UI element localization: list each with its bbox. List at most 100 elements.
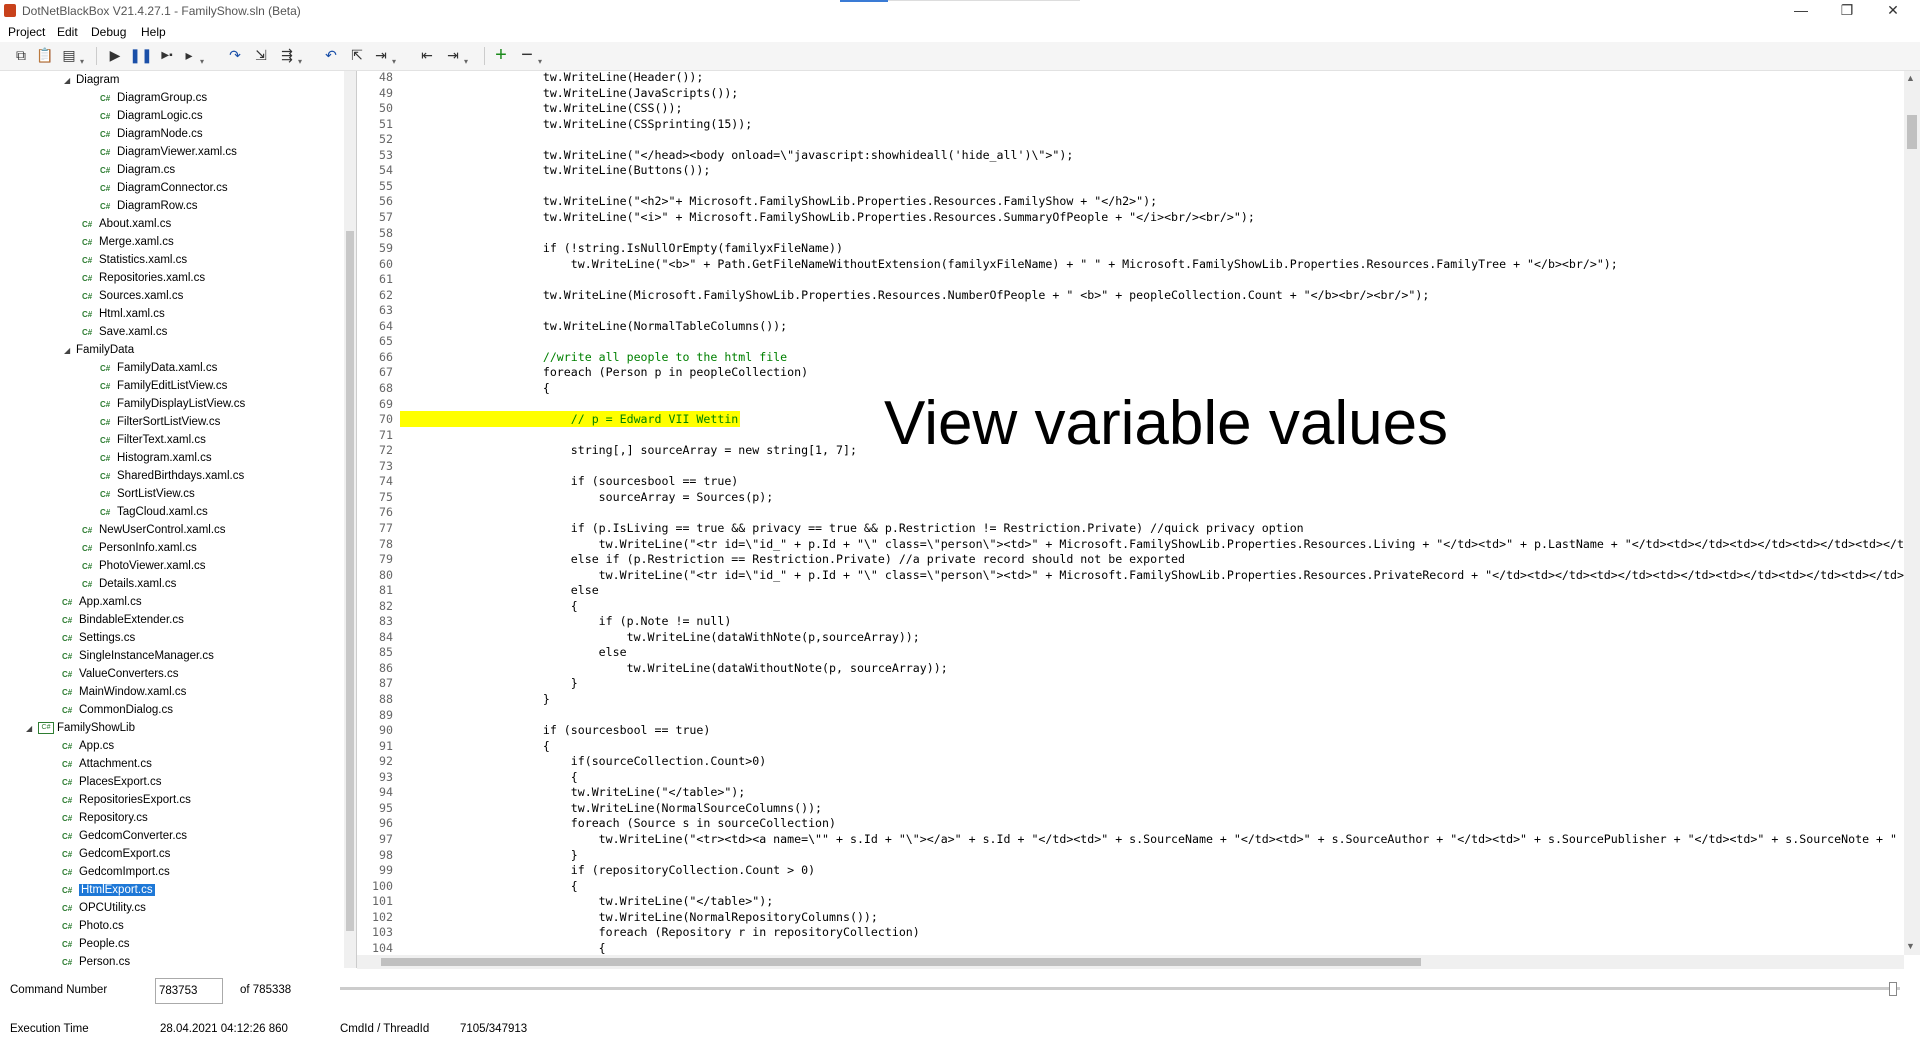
minimize-button[interactable]: — (1778, 0, 1824, 22)
code-line[interactable]: 87 } (357, 675, 1905, 691)
tree-item-file[interactable]: C# SingleInstanceManager.cs (62, 647, 214, 665)
tree-item-file[interactable]: C# FilterText.xaml.cs (100, 431, 206, 449)
copy-icon[interactable]: ⧉ (12, 46, 30, 64)
tree-item-file[interactable]: C# Save.xaml.cs (82, 323, 167, 341)
jump-icon[interactable]: ⇥ ▾ (372, 46, 396, 67)
code-line[interactable]: 89 (357, 707, 1905, 723)
tree-item-file[interactable]: C# DiagramViewer.xaml.cs (100, 143, 237, 161)
tree-item-file[interactable]: C# PlacesExport.cs (62, 773, 161, 791)
tree-item-file[interactable]: C# Settings.cs (62, 629, 135, 647)
expand-arrow-icon[interactable]: ◢ (64, 72, 76, 90)
paste-icon[interactable]: 📋 (36, 46, 54, 64)
editor-horizontal-scrollbar[interactable] (357, 955, 1904, 969)
goto-icon[interactable]: ⇱ (348, 46, 366, 64)
code-line[interactable]: 88 } (357, 691, 1905, 707)
code-line[interactable]: 97 tw.WriteLine("<tr><td><a name=\"" + s… (357, 831, 1905, 847)
code-line[interactable]: 101 tw.WriteLine("</table>"); (357, 893, 1905, 909)
tree-item-file[interactable]: C# Repository.cs (62, 809, 148, 827)
tree-item-file[interactable]: C# Diagram.cs (100, 161, 175, 179)
editor-hscroll-thumb[interactable] (381, 958, 1421, 966)
code-line[interactable]: 81 else (357, 582, 1905, 598)
tree-item-file[interactable]: C# FamilyDisplayListView.cs (100, 395, 245, 413)
tree-item-file[interactable]: C# Person.cs (62, 953, 130, 968)
tree-item-folder[interactable]: ◢ FamilyData (64, 341, 134, 359)
tree-item-file[interactable]: C# PersonInfo.xaml.cs (82, 539, 197, 557)
code-line[interactable]: 104 { (357, 940, 1905, 955)
code-line[interactable]: 100 { (357, 878, 1905, 894)
code-line[interactable]: 66 //write all people to the html file (357, 349, 1905, 365)
code-line[interactable]: 91 { (357, 738, 1905, 754)
tree-item-file[interactable]: C# CommonDialog.cs (62, 701, 173, 719)
tree-item-file[interactable]: C# MainWindow.xaml.cs (62, 683, 186, 701)
tree-item-file[interactable]: C# ValueConverters.cs (62, 665, 179, 683)
tree-item-file[interactable]: C# SortListView.cs (100, 485, 195, 503)
code-line[interactable]: 99 if (repositoryCollection.Count > 0) (357, 862, 1905, 878)
pause-icon[interactable]: ❚❚ (129, 46, 152, 64)
menu-help[interactable]: Help (141, 25, 166, 39)
remove-icon[interactable]: − ▾ (518, 44, 542, 67)
tree-item-file[interactable]: C# NewUserControl.xaml.cs (82, 521, 226, 539)
tree-item-file[interactable]: C# About.xaml.cs (82, 215, 171, 233)
tree-item-file[interactable]: C# Photo.cs (62, 917, 124, 935)
scroll-up-icon[interactable]: ▲ (1906, 73, 1915, 83)
code-line[interactable]: 95 tw.WriteLine(NormalSourceColumns()); (357, 800, 1905, 816)
tree-item-file[interactable]: C# FamilyEditListView.cs (100, 377, 227, 395)
code-line[interactable]: 56 tw.WriteLine("<h2>"+ Microsoft.Family… (357, 193, 1905, 209)
tree-item-file[interactable]: C# GedcomExport.cs (62, 845, 170, 863)
code-line[interactable]: 52 (357, 131, 1905, 147)
code-line[interactable]: 79 else if (p.Restriction == Restriction… (357, 551, 1905, 567)
tree-item-file[interactable]: C# Sources.xaml.cs (82, 287, 183, 305)
code-line[interactable]: 76 (357, 504, 1905, 520)
tree-item-file[interactable]: C# Histogram.xaml.cs (100, 449, 212, 467)
tree-item-file[interactable]: C# App.xaml.cs (62, 593, 142, 611)
code-line[interactable]: 58 (357, 225, 1905, 241)
tree-item-file[interactable]: C# App.cs (62, 737, 114, 755)
tree-item-file[interactable]: C# DiagramNode.cs (100, 125, 203, 143)
outdent-icon[interactable]: ⇥ ▾ (444, 46, 468, 67)
tree-item-file[interactable]: C# HtmlExport.cs (62, 881, 155, 899)
tree-item-file[interactable]: C# Html.xaml.cs (82, 305, 165, 323)
code-line[interactable]: 77 if (p.IsLiving == true && privacy == … (357, 520, 1905, 536)
code-line[interactable]: 80 tw.WriteLine("<tr id=\"id_" + p.Id + … (357, 567, 1905, 583)
code-line[interactable]: 48 tw.WriteLine(Header()); (357, 71, 1905, 85)
tree-item-file[interactable]: C# DiagramRow.cs (100, 197, 198, 215)
tree-item-file[interactable]: C# SharedBirthdays.xaml.cs (100, 467, 244, 485)
tree-item-file[interactable]: C# GedcomConverter.cs (62, 827, 187, 845)
code-line[interactable]: 83 if (p.Note != null) (357, 613, 1905, 629)
expand-arrow-icon[interactable]: ◢ (64, 342, 76, 360)
tree-item-file[interactable]: C# People.cs (62, 935, 130, 953)
tree-item-file[interactable]: C# DiagramConnector.cs (100, 179, 228, 197)
code-line[interactable]: 61 (357, 271, 1905, 287)
step-over-icon[interactable]: ▸ ▾ (180, 46, 204, 67)
code-line[interactable]: 63 (357, 302, 1905, 318)
code-line[interactable]: 75 sourceArray = Sources(p); (357, 489, 1905, 505)
code-line[interactable]: 96 foreach (Source s in sourceCollection… (357, 815, 1905, 831)
tree-item-file[interactable]: C# Statistics.xaml.cs (82, 251, 187, 269)
tree-item-file[interactable]: C# Repositories.xaml.cs (82, 269, 205, 287)
code-line[interactable]: 50 tw.WriteLine(CSS()); (357, 100, 1905, 116)
tree-item-file[interactable]: C# DiagramLogic.cs (100, 107, 203, 125)
tree-item-file[interactable]: C# TagCloud.xaml.cs (100, 503, 208, 521)
tree-item-file[interactable]: C# FilterSortListView.cs (100, 413, 220, 431)
menu-debug[interactable]: Debug (91, 25, 126, 39)
code-line[interactable]: 57 tw.WriteLine("<i>" + Microsoft.Family… (357, 209, 1905, 225)
step-icon[interactable]: ▶▪ (158, 46, 176, 64)
scroll-down-icon[interactable]: ▼ (1906, 941, 1915, 951)
open-icon[interactable]: ▤ ▾ (60, 46, 84, 67)
code-line[interactable]: 53 tw.WriteLine("</head><body onload=\"j… (357, 147, 1905, 163)
code-line[interactable]: 55 (357, 178, 1905, 194)
tree-item-file[interactable]: C# BindableExtender.cs (62, 611, 184, 629)
code-line[interactable]: 78 tw.WriteLine("<tr id=\"id_" + p.Id + … (357, 536, 1905, 552)
play-icon[interactable]: ▶ (106, 46, 124, 64)
code-line[interactable]: 84 tw.WriteLine(dataWithNote(p,sourceArr… (357, 629, 1905, 645)
code-line[interactable]: 85 else (357, 644, 1905, 660)
tree-item-file[interactable]: C# RepositoriesExport.cs (62, 791, 191, 809)
step-out-icon[interactable]: ⇲ (252, 46, 270, 64)
tree-item-file[interactable]: C# FamilyData.xaml.cs (100, 359, 217, 377)
tree-item-file[interactable]: C# OPCUtility.cs (62, 899, 146, 917)
slider-thumb[interactable] (1889, 982, 1897, 996)
command-slider[interactable] (340, 982, 1900, 996)
menu-edit[interactable]: Edit (57, 25, 78, 39)
command-number-input[interactable] (155, 978, 223, 1004)
code-line[interactable]: 54 tw.WriteLine(Buttons()); (357, 162, 1905, 178)
